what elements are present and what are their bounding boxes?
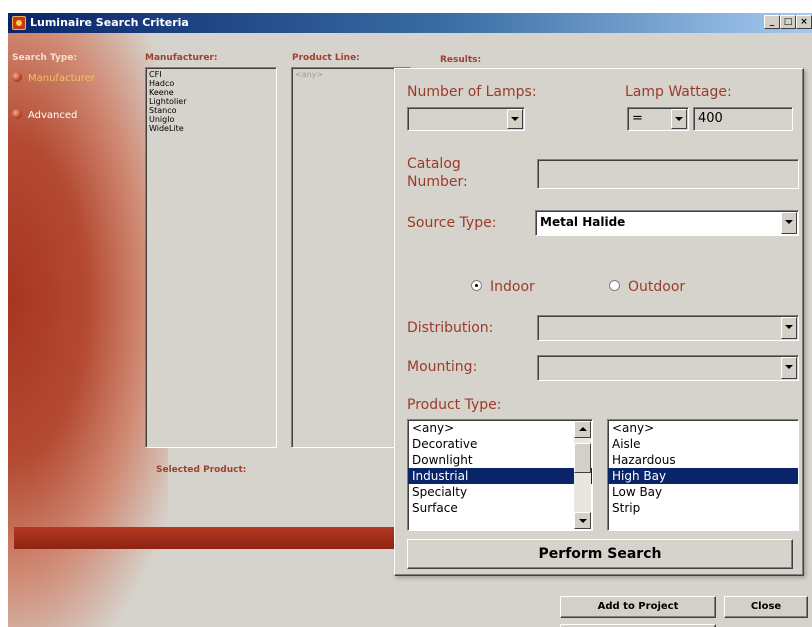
lamp-wattage-input[interactable]: 400 bbox=[693, 107, 793, 131]
list-item[interactable]: <any> bbox=[295, 70, 407, 79]
category-scrollbar[interactable] bbox=[574, 421, 591, 529]
results-label: Results: bbox=[440, 55, 482, 65]
chevron-down-icon[interactable] bbox=[781, 212, 797, 234]
list-item[interactable]: Uniglo bbox=[149, 115, 273, 124]
source-type-label: Source Type: bbox=[407, 215, 497, 231]
chevron-down-icon[interactable] bbox=[671, 109, 687, 129]
chevron-down-icon[interactable] bbox=[507, 109, 523, 129]
radio-selected-icon bbox=[12, 72, 22, 82]
product-type-category-list[interactable]: <any> Decorative Downlight Industrial Sp… bbox=[407, 419, 593, 531]
advanced-search-panel: Number of Lamps: Lamp Wattage: = 400 Cat… bbox=[394, 68, 804, 576]
list-item[interactable]: <any> bbox=[608, 420, 798, 436]
manufacturer-label: Manufacturer: bbox=[145, 53, 218, 63]
perform-search-button[interactable]: Perform Search bbox=[407, 539, 793, 569]
list-item[interactable]: Low Bay bbox=[608, 484, 798, 500]
window-title: Luminaire Search Criteria bbox=[30, 16, 189, 29]
list-item[interactable]: Specialty bbox=[408, 484, 592, 500]
list-item[interactable]: Decorative bbox=[408, 436, 592, 452]
wattage-operator-dropdown[interactable]: = bbox=[627, 107, 689, 131]
search-type-advanced-label: Advanced bbox=[28, 110, 78, 121]
product-type-label: Product Type: bbox=[407, 397, 502, 413]
lamp-wattage-label: Lamp Wattage: bbox=[625, 84, 732, 100]
product-type-subcategory-list[interactable]: <any> Aisle Hazardous High Bay Low Bay S… bbox=[607, 419, 799, 531]
list-item[interactable]: WideLite bbox=[149, 124, 273, 133]
list-item[interactable]: Hadco bbox=[149, 79, 273, 88]
distribution-label: Distribution: bbox=[407, 320, 494, 336]
radio-selected-icon bbox=[471, 280, 482, 291]
manufacturer-list[interactable]: CFI Hadco Keene Lightolier Stanco Uniglo… bbox=[145, 67, 277, 448]
lamp-wattage-value: 400 bbox=[698, 111, 723, 126]
window-controls: _ □ × bbox=[764, 15, 812, 29]
minimize-button[interactable]: _ bbox=[764, 15, 780, 29]
list-item[interactable]: Aisle bbox=[608, 436, 798, 452]
catalog-number-input[interactable] bbox=[537, 159, 799, 189]
source-type-value: Metal Halide bbox=[540, 215, 626, 229]
search-type-advanced[interactable]: Advanced bbox=[12, 109, 77, 121]
title-bar[interactable]: Luminaire Search Criteria _ □ × bbox=[8, 13, 812, 33]
list-item[interactable]: Surface bbox=[408, 500, 592, 516]
mounting-label: Mounting: bbox=[407, 359, 478, 375]
number-of-lamps-label: Number of Lamps: bbox=[407, 84, 537, 100]
close-window-button[interactable]: × bbox=[796, 15, 812, 29]
chevron-down-icon[interactable] bbox=[781, 317, 797, 339]
mounting-dropdown[interactable] bbox=[537, 355, 799, 381]
list-item[interactable]: Downlight bbox=[408, 452, 592, 468]
list-item[interactable]: CFI bbox=[149, 70, 273, 79]
number-of-lamps-dropdown[interactable] bbox=[407, 107, 525, 131]
source-type-dropdown[interactable]: Metal Halide bbox=[535, 210, 799, 236]
selected-product-label: Selected Product: bbox=[156, 465, 247, 475]
catalog-number-label: Catalog Number: bbox=[407, 156, 468, 190]
product-line-list[interactable]: <any> bbox=[291, 67, 411, 448]
radio-icon bbox=[609, 280, 620, 291]
product-line-label: Product Line: bbox=[292, 53, 360, 63]
scroll-down-icon[interactable] bbox=[574, 512, 591, 529]
radio-icon bbox=[12, 109, 22, 119]
outdoor-label: Outdoor bbox=[628, 279, 686, 295]
list-item[interactable]: Hazardous bbox=[608, 452, 798, 468]
app-icon bbox=[12, 16, 26, 30]
indoor-label: Indoor bbox=[490, 279, 535, 295]
list-item-selected[interactable]: High Bay bbox=[608, 468, 798, 484]
scroll-thumb[interactable] bbox=[574, 443, 591, 473]
outdoor-option[interactable]: Outdoor bbox=[609, 279, 685, 295]
list-item-selected[interactable]: Industrial bbox=[408, 468, 592, 484]
search-type-manufacturer[interactable]: Manufacturer bbox=[12, 72, 95, 84]
add-to-project-button[interactable]: Add to Project bbox=[560, 596, 716, 618]
list-item[interactable]: Keene bbox=[149, 88, 273, 97]
list-item[interactable]: Strip bbox=[608, 500, 798, 516]
search-type-manufacturer-label: Manufacturer bbox=[28, 73, 95, 84]
list-item[interactable]: <any> bbox=[408, 420, 592, 436]
search-type-label: Search Type: bbox=[12, 53, 78, 63]
scroll-up-icon[interactable] bbox=[574, 421, 591, 438]
close-button[interactable]: Close bbox=[724, 596, 808, 618]
list-item[interactable]: Stanco bbox=[149, 106, 273, 115]
indoor-option[interactable]: Indoor bbox=[471, 279, 535, 295]
maximize-button[interactable]: □ bbox=[780, 15, 796, 29]
list-item[interactable]: Lightolier bbox=[149, 97, 273, 106]
wattage-operator-value: = bbox=[632, 111, 643, 126]
distribution-dropdown[interactable] bbox=[537, 315, 799, 341]
chevron-down-icon[interactable] bbox=[781, 357, 797, 379]
